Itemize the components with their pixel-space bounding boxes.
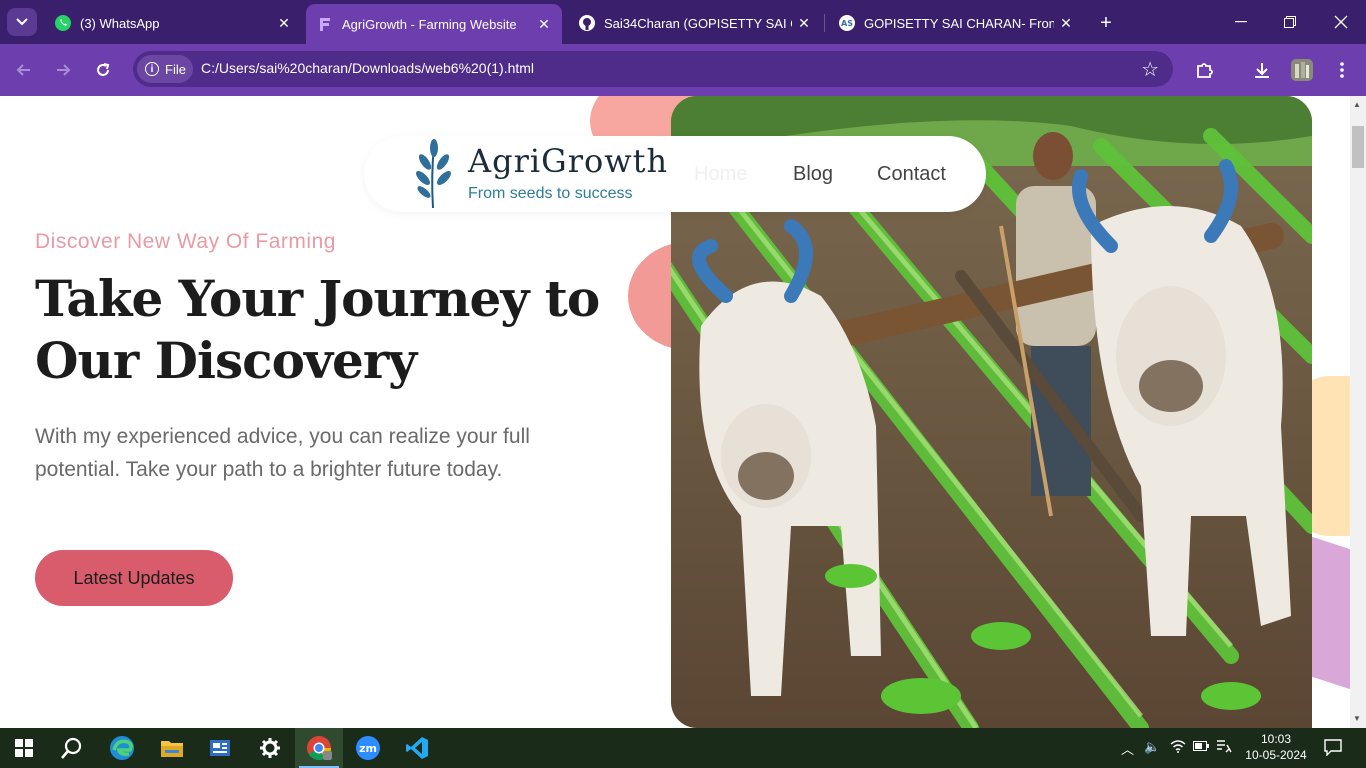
tab-title: AgriGrowth - Farming Website	[342, 16, 517, 32]
svg-text:zm: zm	[359, 742, 377, 755]
page-scrollbar[interactable]: ▲ ▼	[1350, 96, 1366, 728]
windows-logo-icon	[15, 739, 33, 757]
tab-title: Sai34Charan (GOPISETTY SAI CHARAN)	[604, 15, 792, 31]
minimize-button[interactable]	[1218, 6, 1264, 38]
puzzle-icon	[1197, 63, 1213, 78]
latest-updates-button[interactable]: Latest Updates	[35, 550, 233, 606]
notifications-icon[interactable]	[1324, 738, 1342, 759]
close-tab-icon[interactable]: ✕	[272, 11, 296, 35]
taskbar-zoom[interactable]: zm	[344, 728, 392, 768]
info-icon: i	[145, 62, 159, 76]
brand-name[interactable]: AgriGrowth	[468, 142, 668, 180]
windows-taskbar: zm ︿ 🔈 10:03 10-05-2024	[0, 728, 1366, 768]
clock-time: 10:03	[1260, 732, 1292, 746]
brand-tagline: From seeds to success	[468, 185, 633, 202]
close-tab-icon[interactable]: ✕	[792, 11, 816, 35]
bookmark-star-icon[interactable]: ☆	[1141, 57, 1159, 82]
folder-icon	[161, 741, 183, 757]
start-button[interactable]	[0, 728, 48, 768]
as-icon: AS	[838, 14, 856, 32]
new-tab-button[interactable]: +	[1092, 9, 1120, 37]
taskbar-clock[interactable]: 10:03 10-05-2024	[1240, 731, 1312, 763]
hero-subtext: With my experienced advice, you can real…	[35, 425, 530, 481]
tab-separator	[824, 14, 825, 32]
extensions-button[interactable]	[1190, 56, 1218, 84]
tray-overflow-icon[interactable]: ︿	[1121, 739, 1134, 758]
tab-agrigrowth[interactable]: AgriGrowth - Farming Website ✕	[306, 4, 562, 44]
tab-portfolio[interactable]: AS GOPISETTY SAI CHARAN- Front ✕	[828, 6, 1084, 40]
back-button[interactable]	[10, 56, 38, 84]
page-icon	[316, 15, 334, 33]
leaf-logo-icon	[416, 139, 451, 209]
taskbar-vscode[interactable]	[393, 728, 441, 768]
kebab-menu-icon	[1340, 62, 1344, 78]
taskbar-chrome[interactable]	[295, 728, 343, 768]
menu-button[interactable]	[1328, 56, 1356, 84]
hero-headline: Take Your Journey to Our Discovery	[35, 269, 600, 390]
scroll-down-icon[interactable]: ▼	[1353, 714, 1361, 723]
scroll-up-icon[interactable]: ▲	[1353, 100, 1361, 109]
reload-button[interactable]	[89, 56, 117, 84]
search-button[interactable]	[48, 728, 96, 768]
url-text[interactable]: C:/Users/sai%20charan/Downloads/web6%20(…	[201, 60, 534, 76]
profile-button[interactable]	[1288, 56, 1316, 84]
restore-button[interactable]	[1267, 6, 1313, 38]
nav-contact-link[interactable]: Contact	[877, 163, 946, 186]
wifi-icon[interactable]	[1170, 739, 1186, 756]
close-icon	[1334, 15, 1348, 29]
tab-search-button[interactable]	[7, 8, 37, 36]
taskbar-edge[interactable]	[98, 728, 146, 768]
chevron-down-icon	[16, 18, 28, 26]
avatar-icon	[1291, 59, 1313, 81]
restore-icon	[1284, 16, 1296, 28]
downloads-button[interactable]	[1248, 56, 1276, 84]
site-info-chip[interactable]: i File	[137, 55, 193, 83]
close-window-button[interactable]	[1318, 6, 1364, 38]
scroll-thumb[interactable]	[1352, 126, 1364, 168]
svg-text:AS: AS	[841, 19, 853, 28]
page-viewport: AgriGrowth From seeds to success Home Bl…	[0, 96, 1350, 728]
tab-title: GOPISETTY SAI CHARAN- Front	[864, 15, 1054, 31]
download-icon	[1255, 63, 1269, 78]
browser-tab-bar: (3) WhatsApp ✕ AgriGrowth - Farming Webs…	[0, 0, 1366, 44]
vscode-icon	[406, 737, 428, 759]
forward-button[interactable]	[49, 56, 77, 84]
arrow-left-icon	[16, 64, 30, 76]
tab-github[interactable]: Sai34Charan (GOPISETTY SAI CHARAN) ✕	[568, 6, 822, 40]
chrome-icon	[307, 736, 332, 761]
battery-icon[interactable]	[1193, 739, 1209, 754]
taskbar-file-explorer[interactable]	[148, 728, 196, 768]
gear-icon	[260, 738, 280, 758]
tab-title: (3) WhatsApp	[80, 15, 160, 31]
edge-icon	[110, 736, 134, 760]
browser-toolbar: i File C:/Users/sai%20charan/Downloads/w…	[0, 44, 1366, 96]
nav-home-link[interactable]: Home	[694, 163, 747, 186]
arrow-right-icon	[57, 64, 71, 76]
close-tab-icon[interactable]: ✕	[1054, 11, 1078, 35]
taskbar-news[interactable]	[196, 728, 244, 768]
close-tab-icon[interactable]: ✕	[532, 12, 556, 36]
search-icon	[61, 737, 82, 759]
news-icon	[210, 740, 230, 756]
address-bar[interactable]: i File C:/Users/sai%20charan/Downloads/w…	[133, 51, 1173, 87]
volume-icon[interactable]: 🔈	[1144, 739, 1160, 755]
whatsapp-icon	[54, 14, 72, 32]
hero-kicker: Discover New Way Of Farming	[35, 230, 336, 253]
site-navbar: AgriGrowth From seeds to success Home Bl…	[364, 136, 986, 212]
taskbar-settings[interactable]	[246, 728, 294, 768]
language-icon[interactable]	[1216, 739, 1232, 756]
nav-blog-link[interactable]: Blog	[793, 163, 833, 186]
tab-whatsapp[interactable]: (3) WhatsApp ✕	[44, 6, 302, 40]
clock-date: 10-05-2024	[1245, 748, 1307, 762]
reload-icon	[97, 63, 110, 76]
chip-label: File	[165, 61, 186, 77]
zoom-icon: zm	[356, 736, 380, 760]
minimize-icon	[1235, 21, 1247, 23]
github-icon	[578, 14, 596, 32]
